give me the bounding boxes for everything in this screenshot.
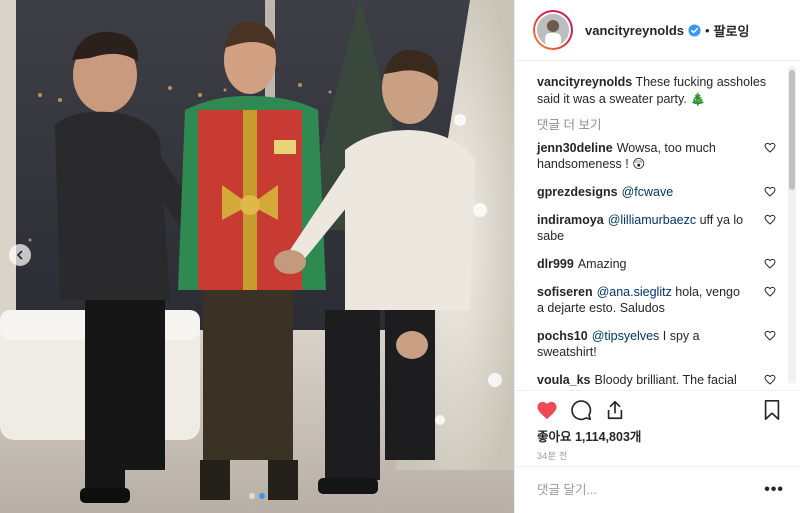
caption-username[interactable]: vancityreynolds	[537, 75, 632, 89]
share-icon	[607, 400, 623, 419]
like-button[interactable]	[533, 396, 561, 424]
header-separator: •	[705, 22, 710, 38]
comments-list: vancityreynolds These fucking assholes s…	[515, 62, 800, 390]
comment-input[interactable]	[537, 483, 765, 497]
heart-outline-icon[interactable]	[764, 186, 776, 197]
likes-count[interactable]: 좋아요 1,114,803개	[537, 426, 641, 445]
carousel-prev-button[interactable]	[9, 244, 31, 266]
comment-button[interactable]	[567, 396, 595, 424]
comment-username[interactable]: jenn30deline	[537, 141, 613, 155]
heart-outline-icon[interactable]	[764, 330, 776, 341]
comment-item: voula_ksBloody brilliant. The facial exp…	[537, 372, 776, 390]
heart-outline-icon[interactable]	[764, 374, 776, 385]
view-more-comments-button[interactable]: 댓글 더 보기	[537, 114, 776, 133]
post-header: vancityreynolds • 팔로잉	[515, 0, 800, 61]
post-timestamp[interactable]: 34분 전	[537, 449, 568, 462]
comment-username[interactable]: dlr999	[537, 257, 574, 271]
avatar[interactable]	[533, 10, 573, 50]
save-button[interactable]	[758, 396, 786, 424]
carousel-dot	[249, 493, 255, 499]
post-sidebar: vancityreynolds • 팔로잉 vancityreynolds Th…	[514, 0, 800, 513]
comment-username[interactable]: gprezdesigns	[537, 185, 618, 199]
following-button[interactable]: 팔로잉	[714, 21, 750, 40]
chevron-left-icon	[16, 250, 23, 260]
comment-item: jenn30deline Wowsa, too much handsomeness…	[537, 140, 776, 172]
comment-text: Amazing	[577, 257, 627, 271]
comment-mention[interactable]: @ana.sieglitz	[597, 285, 672, 299]
more-options-button[interactable]: •••	[764, 482, 784, 498]
comment-mention[interactable]: @fcwave	[622, 185, 674, 199]
comment-mention[interactable]: @lilliamurbaezc	[608, 213, 696, 227]
heart-outline-icon[interactable]	[764, 286, 776, 297]
heart-outline-icon[interactable]	[764, 258, 776, 269]
comment-username[interactable]: sofiseren	[537, 285, 593, 299]
comment-item: gprezdesigns @fcwave	[537, 184, 776, 200]
comment-mention[interactable]: @tipsyelves	[592, 329, 660, 343]
verified-badge-icon	[688, 23, 701, 37]
scrollbar-thumb[interactable]	[789, 70, 795, 190]
comment-item: dlr999 Amazing	[537, 256, 776, 272]
carousel-indicator	[0, 493, 514, 499]
carousel-dot-active	[259, 493, 265, 499]
comments-scrollbar[interactable]	[788, 66, 796, 384]
add-comment-bar: •••	[515, 466, 800, 513]
heart-outline-icon[interactable]	[764, 142, 776, 153]
comment-item: pochs10 @tipsyelves I spy a sweatshirt!	[537, 328, 776, 360]
heart-outline-icon[interactable]	[764, 214, 776, 225]
heart-filled-icon	[537, 401, 557, 419]
post-photo[interactable]	[0, 0, 514, 513]
author-username[interactable]: vancityreynolds	[585, 23, 684, 38]
post-image	[0, 0, 514, 513]
share-button[interactable]	[601, 396, 629, 424]
bookmark-icon	[764, 399, 780, 420]
comment-bubble-icon	[571, 399, 592, 420]
post-actions	[515, 390, 800, 428]
comment-item: sofiseren @ana.sieglitz hola, vengo a dej…	[537, 284, 776, 316]
avatar-image	[537, 14, 569, 46]
comment-username[interactable]: pochs10	[537, 329, 588, 343]
comment-username[interactable]: indiramoya	[537, 213, 604, 227]
comment-item: indiramoya @lilliamurbaezc uff ya lo sabe	[537, 212, 776, 244]
comment-username[interactable]: voula_ks	[537, 373, 591, 387]
post-caption: vancityreynolds These fucking assholes s…	[537, 74, 776, 108]
